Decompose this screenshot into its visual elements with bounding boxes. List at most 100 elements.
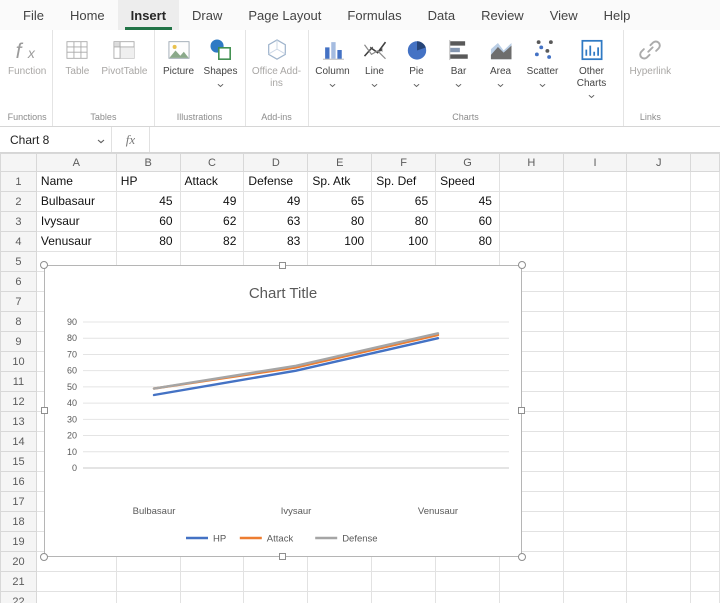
tab-file[interactable]: File xyxy=(10,0,57,30)
cell-F2[interactable]: 65 xyxy=(372,192,436,212)
bar-button[interactable]: Bar xyxy=(438,33,480,86)
cell-I4[interactable] xyxy=(563,232,627,252)
table-button[interactable]: Table xyxy=(56,33,98,78)
row-header-15[interactable]: 15 xyxy=(1,452,37,472)
cell-F22[interactable] xyxy=(372,592,436,603)
cell-E21[interactable] xyxy=(308,572,372,592)
chart-handle-e[interactable] xyxy=(518,407,525,414)
row-header-12[interactable]: 12 xyxy=(1,392,37,412)
cell-J11[interactable] xyxy=(627,372,691,392)
cell-B1[interactable]: HP xyxy=(116,172,180,192)
cell-J7[interactable] xyxy=(627,292,691,312)
col-header-C[interactable]: C xyxy=(180,154,244,172)
col-header-J[interactable]: J xyxy=(627,154,691,172)
cell-I10[interactable] xyxy=(563,352,627,372)
tab-help[interactable]: Help xyxy=(591,0,644,30)
col-header-H[interactable]: H xyxy=(499,154,563,172)
row-header-17[interactable]: 17 xyxy=(1,492,37,512)
cell-I15[interactable] xyxy=(563,452,627,472)
office-add-ins-button[interactable]: Office Add-ins xyxy=(249,33,305,89)
cell-J15[interactable] xyxy=(627,452,691,472)
cell-E2[interactable]: 65 xyxy=(308,192,372,212)
col-header-E[interactable]: E xyxy=(308,154,372,172)
chevron-down-icon[interactable] xyxy=(97,133,105,147)
col-header-I[interactable]: I xyxy=(563,154,627,172)
row-header-5[interactable]: 5 xyxy=(1,252,37,272)
shapes-button[interactable]: Shapes xyxy=(200,33,242,86)
cell-C22[interactable] xyxy=(180,592,244,603)
cell-J10[interactable] xyxy=(627,352,691,372)
cell-I17[interactable] xyxy=(563,492,627,512)
cell-I1[interactable] xyxy=(563,172,627,192)
row-header-2[interactable]: 2 xyxy=(1,192,37,212)
cell-E22[interactable] xyxy=(308,592,372,603)
cell-F4[interactable]: 100 xyxy=(372,232,436,252)
cell-G2[interactable]: 45 xyxy=(436,192,500,212)
col-header-B[interactable]: B xyxy=(116,154,180,172)
cell-I20[interactable] xyxy=(563,552,627,572)
cell-I9[interactable] xyxy=(563,332,627,352)
cell-I5[interactable] xyxy=(563,252,627,272)
cell-A21[interactable] xyxy=(36,572,116,592)
column-button[interactable]: Column xyxy=(312,33,354,86)
cell-J1[interactable] xyxy=(627,172,691,192)
cell-J22[interactable] xyxy=(627,592,691,603)
cell-A1[interactable]: Name xyxy=(36,172,116,192)
cell-H1[interactable] xyxy=(499,172,563,192)
cell-H3[interactable] xyxy=(499,212,563,232)
row-header-21[interactable]: 21 xyxy=(1,572,37,592)
cell-F1[interactable]: Sp. Def xyxy=(372,172,436,192)
cell-B4[interactable]: 80 xyxy=(116,232,180,252)
cell-J2[interactable] xyxy=(627,192,691,212)
cell-D3[interactable]: 63 xyxy=(244,212,308,232)
row-header-19[interactable]: 19 xyxy=(1,532,37,552)
cell-A22[interactable] xyxy=(36,592,116,603)
cell-A4[interactable]: Venusaur xyxy=(36,232,116,252)
cell-B22[interactable] xyxy=(116,592,180,603)
cell-I6[interactable] xyxy=(563,272,627,292)
function-button[interactable]: fxFunction xyxy=(5,33,49,78)
tab-draw[interactable]: Draw xyxy=(179,0,235,30)
row-header-16[interactable]: 16 xyxy=(1,472,37,492)
row-header-13[interactable]: 13 xyxy=(1,412,37,432)
picture-button[interactable]: Picture xyxy=(158,33,200,78)
cell-I7[interactable] xyxy=(563,292,627,312)
cell-B21[interactable] xyxy=(116,572,180,592)
name-box[interactable]: Chart 8 xyxy=(0,127,112,152)
cell-C4[interactable]: 82 xyxy=(180,232,244,252)
col-header-D[interactable]: D xyxy=(244,154,308,172)
cell-I3[interactable] xyxy=(563,212,627,232)
cell-B2[interactable]: 45 xyxy=(116,192,180,212)
cell-J3[interactable] xyxy=(627,212,691,232)
area-button[interactable]: Area xyxy=(480,33,522,86)
cell-G22[interactable] xyxy=(436,592,500,603)
cell-A3[interactable]: Ivysaur xyxy=(36,212,116,232)
cell-I22[interactable] xyxy=(563,592,627,603)
cell-J16[interactable] xyxy=(627,472,691,492)
cell-H2[interactable] xyxy=(499,192,563,212)
cell-J5[interactable] xyxy=(627,252,691,272)
row-header-20[interactable]: 20 xyxy=(1,552,37,572)
chart-handle-w[interactable] xyxy=(41,407,48,414)
row-header-1[interactable]: 1 xyxy=(1,172,37,192)
cell-A2[interactable]: Bulbasaur xyxy=(36,192,116,212)
cell-D22[interactable] xyxy=(244,592,308,603)
cell-J17[interactable] xyxy=(627,492,691,512)
cell-J6[interactable] xyxy=(627,272,691,292)
cell-I12[interactable] xyxy=(563,392,627,412)
row-header-22[interactable]: 22 xyxy=(1,592,37,603)
row-header-10[interactable]: 10 xyxy=(1,352,37,372)
col-header-A[interactable]: A xyxy=(36,154,116,172)
cell-I2[interactable] xyxy=(563,192,627,212)
row-header-7[interactable]: 7 xyxy=(1,292,37,312)
cell-J19[interactable] xyxy=(627,532,691,552)
tab-review[interactable]: Review xyxy=(468,0,537,30)
cell-F21[interactable] xyxy=(372,572,436,592)
tab-insert[interactable]: Insert xyxy=(118,0,179,30)
tab-page-layout[interactable]: Page Layout xyxy=(235,0,334,30)
cell-H21[interactable] xyxy=(499,572,563,592)
cell-D21[interactable] xyxy=(244,572,308,592)
scatter-button[interactable]: Scatter xyxy=(522,33,564,86)
cell-D4[interactable]: 83 xyxy=(244,232,308,252)
pivottable-button[interactable]: PivotTable xyxy=(98,33,150,78)
